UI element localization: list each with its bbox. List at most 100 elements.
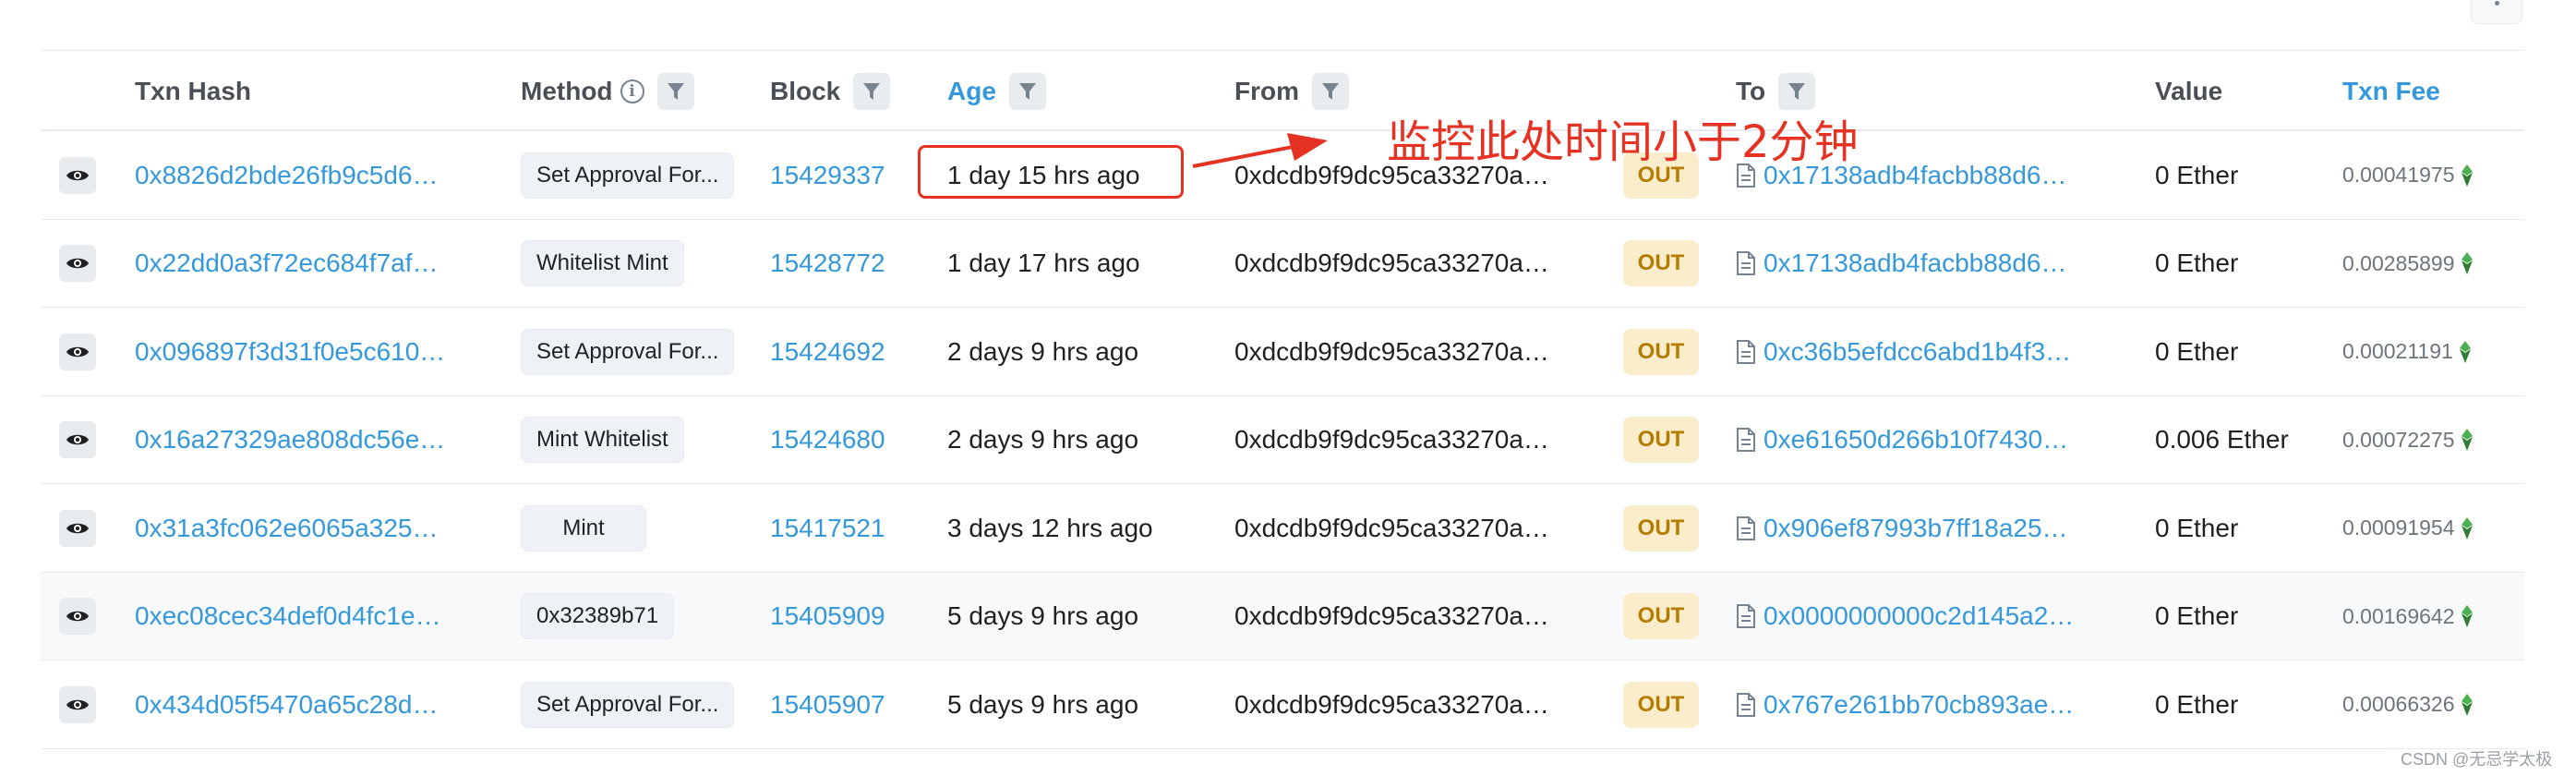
- annotation-highlight-box: [918, 145, 1184, 199]
- to-address-link[interactable]: 0x767e261bb70cb893ae…: [1763, 690, 2074, 720]
- view-details-button[interactable]: [59, 509, 96, 547]
- document-icon: [1737, 604, 1755, 628]
- header-from-label: From: [1234, 77, 1299, 105]
- direction-cell: OUT: [1623, 573, 1699, 661]
- to-address-link[interactable]: 0x17138adb4facbb88d6…: [1763, 249, 2067, 278]
- table-row: 0xec08cec34def0d4fc1e… 0x32389b71 15405909…: [41, 572, 2524, 661]
- fee-text: 0.00066326: [2342, 692, 2455, 716]
- view-details-button[interactable]: [59, 598, 96, 635]
- row-details-cell: [59, 131, 96, 219]
- more-icon: [2494, 1, 2499, 6]
- fee-cell: 0.00066326: [2342, 661, 2474, 748]
- txn-hash-link[interactable]: 0x434d05f5470a65c28d…: [135, 661, 439, 748]
- header-txn-hash: Txn Hash: [135, 77, 252, 105]
- info-icon[interactable]: i: [620, 79, 644, 103]
- block-link[interactable]: 15428772: [770, 220, 885, 308]
- filter-icon: [1322, 83, 1339, 100]
- block-link[interactable]: 15424692: [770, 308, 885, 395]
- document-icon: [1737, 428, 1755, 452]
- method-cell: Set Approval For...: [521, 308, 735, 395]
- eye-icon: [66, 434, 89, 445]
- out-badge: OUT: [1623, 417, 1699, 463]
- method-badge: Mint: [521, 504, 646, 552]
- to-address-link[interactable]: 0x906ef87993b7ff18a25…: [1763, 514, 2068, 543]
- eye-icon: [66, 170, 89, 180]
- method-badge: Set Approval For...: [521, 328, 735, 375]
- method-cell: 0x32389b71: [521, 573, 675, 661]
- view-details-button[interactable]: [59, 333, 96, 370]
- to-cell: 0xc36b5efdcc6abd1b4f3…: [1736, 308, 2071, 395]
- txn-hash-link[interactable]: 0x31a3fc062e6065a325…: [135, 484, 439, 572]
- value-text: 0.006 Ether: [2155, 425, 2289, 454]
- header-block-label: Block: [770, 77, 841, 105]
- document-icon: [1737, 692, 1755, 717]
- txn-hash-link[interactable]: 0x096897f3d31f0e5c610…: [135, 308, 445, 395]
- from-address: 0xdcdb9f9dc95ca33270a…: [1234, 249, 1549, 277]
- watermark: CSDN @无忌学太极: [2401, 750, 2553, 769]
- header-method: Method i: [521, 51, 694, 132]
- txn-hash-link[interactable]: 0x22dd0a3f72ec684f7af…: [135, 220, 439, 308]
- txn-hash-link[interactable]: 0x8826d2bde26fb9c5d6…: [135, 131, 439, 219]
- filter-icon: [1788, 83, 1806, 100]
- block-link[interactable]: 15424680: [770, 396, 885, 484]
- header-age-label[interactable]: Age: [947, 77, 996, 106]
- header-to-label: To: [1736, 77, 1766, 105]
- document-icon: [1737, 339, 1755, 364]
- view-details-button[interactable]: [59, 245, 96, 282]
- from-filter-button[interactable]: [1312, 73, 1349, 110]
- out-badge: OUT: [1623, 681, 1699, 728]
- txn-hash-link[interactable]: 0x16a27329ae808dc56e…: [135, 396, 445, 484]
- direction-cell: OUT: [1623, 220, 1699, 308]
- table-row: 0x22dd0a3f72ec684f7af… Whitelist Mint 1542…: [41, 220, 2524, 308]
- txn-hash-link[interactable]: 0xec08cec34def0d4fc1e…: [135, 573, 441, 661]
- block-filter-button[interactable]: [853, 73, 891, 110]
- to-address-link[interactable]: 0x0000000000c2d145a2…: [1763, 601, 2074, 631]
- to-address-link[interactable]: 0xc36b5efdcc6abd1b4f3…: [1763, 337, 2071, 367]
- out-badge: OUT: [1623, 328, 1699, 375]
- eye-icon: [66, 699, 89, 709]
- to-filter-button[interactable]: [1778, 73, 1816, 110]
- view-details-button[interactable]: [59, 685, 96, 723]
- age-text: 3 days 12 hrs ago: [947, 513, 1153, 542]
- to-address-link[interactable]: 0xe61650d266b10f7430…: [1763, 425, 2068, 455]
- filter-icon: [863, 83, 881, 100]
- header-from: From: [1234, 51, 1349, 132]
- gem-icon: [2461, 693, 2473, 716]
- filter-icon: [667, 83, 684, 100]
- age-filter-button[interactable]: [1008, 73, 1046, 110]
- header-txn-fee[interactable]: Txn Fee: [2342, 51, 2440, 132]
- value-text: 0 Ether: [2155, 336, 2239, 366]
- from-address: 0xdcdb9f9dc95ca33270a…: [1234, 513, 1549, 542]
- block-link[interactable]: 15429337: [770, 131, 885, 219]
- to-cell: 0x17138adb4facbb88d6…: [1736, 220, 2067, 308]
- gem-icon: [2461, 429, 2473, 451]
- fee-cell: 0.00169642: [2342, 573, 2474, 661]
- block-link[interactable]: 15405907: [770, 661, 885, 748]
- value-text: 0 Ether: [2155, 249, 2239, 277]
- row-details-cell: [59, 396, 96, 484]
- age-text: 5 days 9 hrs ago: [947, 689, 1139, 719]
- block-link[interactable]: 15417521: [770, 484, 885, 572]
- direction-cell: OUT: [1623, 396, 1699, 484]
- block-link[interactable]: 15405909: [770, 573, 885, 661]
- annotation-arrow: [1192, 133, 1328, 168]
- value-text: 0 Ether: [2155, 689, 2239, 719]
- annotation-text: 监控此处时间小于2分钟: [1387, 116, 1859, 168]
- gem-icon: [2461, 164, 2473, 187]
- table-row: 0x16a27329ae808dc56e… Mint Whitelist 15424…: [41, 396, 2524, 484]
- age-text: 2 days 9 hrs ago: [947, 336, 1139, 366]
- more-options-button[interactable]: [2471, 0, 2522, 24]
- fee-text: 0.00072275: [2342, 427, 2455, 452]
- gem-icon: [2461, 252, 2473, 274]
- method-badge: Mint Whitelist: [521, 417, 684, 463]
- view-details-button[interactable]: [59, 156, 96, 194]
- method-filter-button[interactable]: [656, 73, 694, 110]
- fee-cell: 0.00091954: [2342, 484, 2474, 572]
- to-cell: 0xe61650d266b10f7430…: [1736, 396, 2068, 484]
- header-value: Value: [2155, 77, 2223, 105]
- table-row: 0x434d05f5470a65c28d… Set Approval For...…: [41, 661, 2524, 749]
- view-details-button[interactable]: [59, 421, 96, 458]
- method-badge: 0x32389b71: [521, 593, 675, 639]
- gem-icon: [2459, 340, 2471, 363]
- to-cell: 0x906ef87993b7ff18a25…: [1736, 484, 2068, 572]
